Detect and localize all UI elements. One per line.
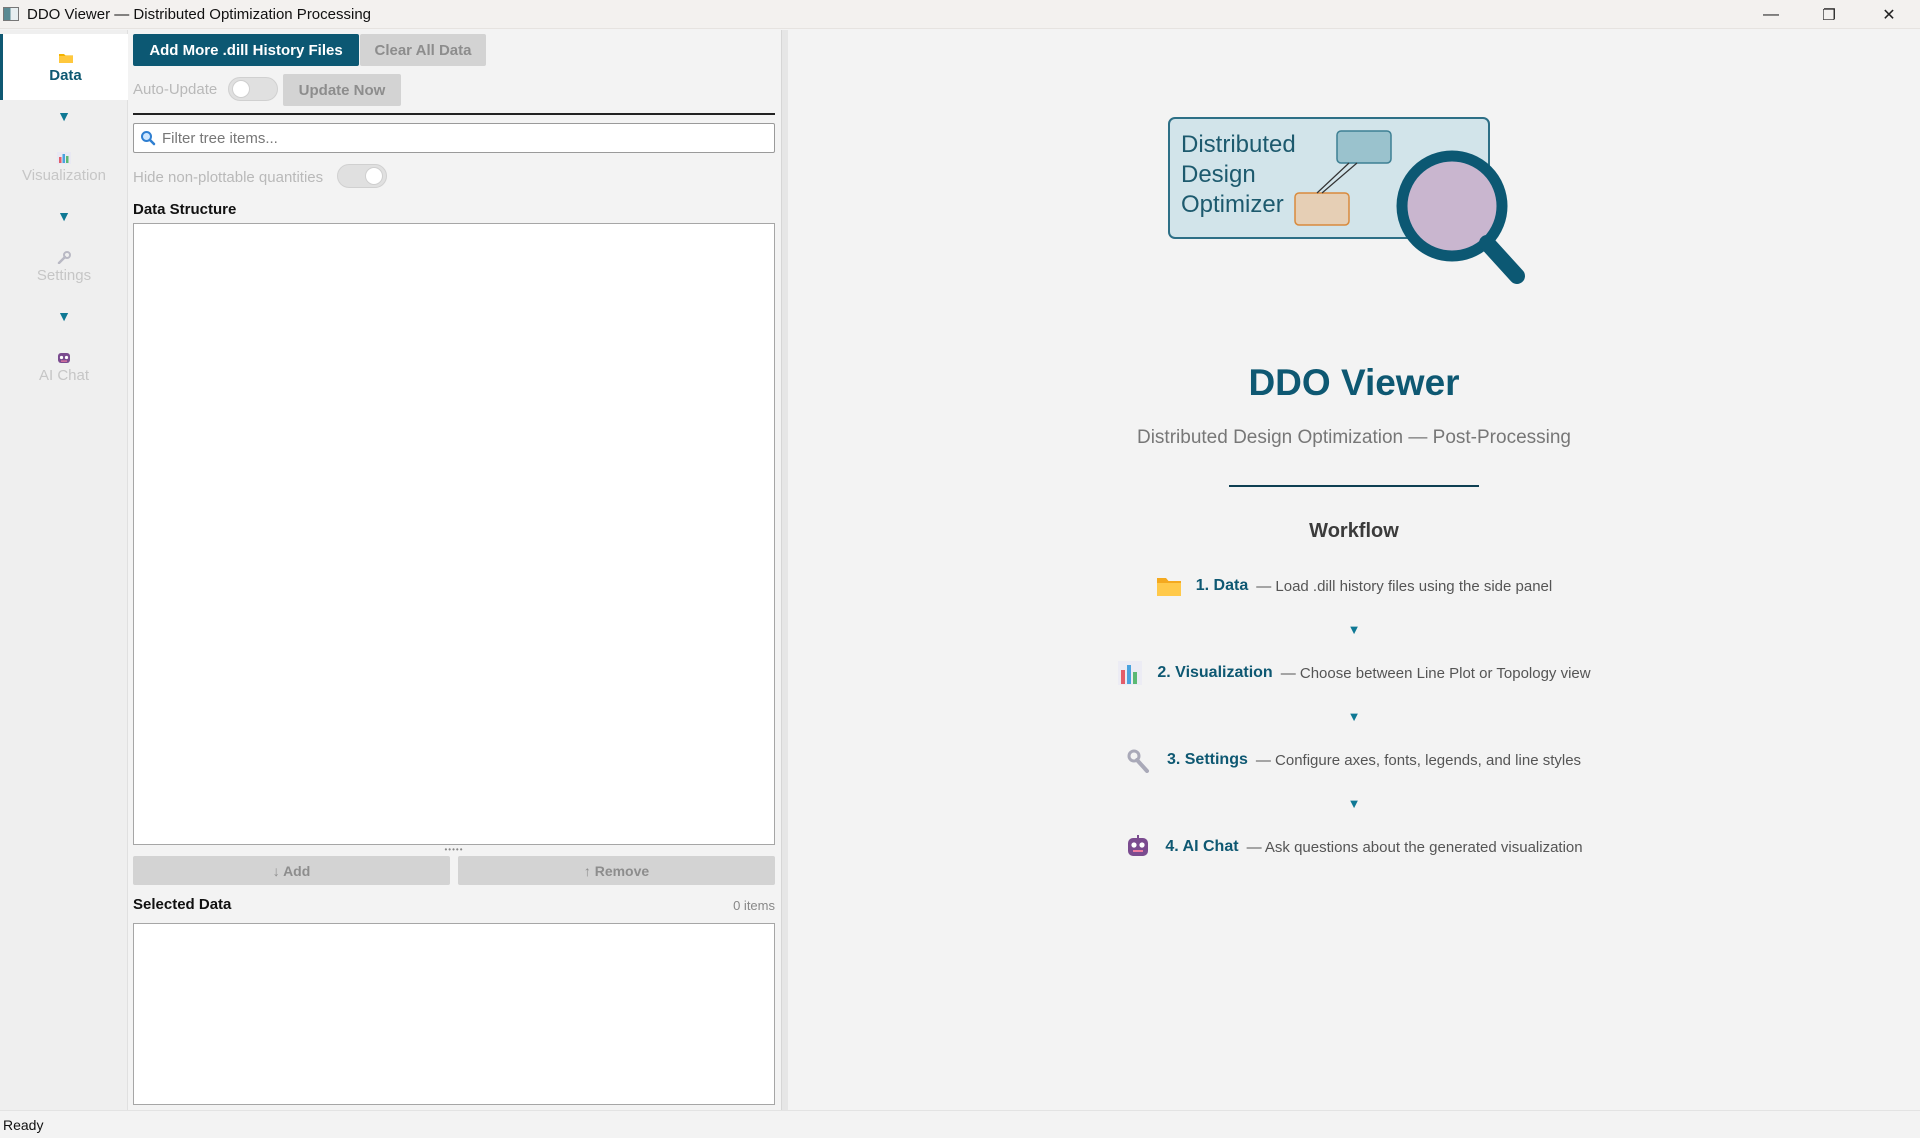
robot-icon: [1125, 834, 1151, 860]
sidebar-item-settings[interactable]: Settings: [0, 234, 128, 300]
selected-data-list[interactable]: [133, 923, 775, 1105]
close-button[interactable]: ✕: [1858, 0, 1920, 29]
update-now-button[interactable]: Update Now: [283, 74, 401, 106]
clear-all-data-button[interactable]: Clear All Data: [360, 34, 486, 66]
chevron-down-icon: ▼: [57, 308, 71, 324]
selected-data-title: Selected Data: [133, 896, 232, 913]
wrench-icon: [1127, 747, 1153, 773]
status-text: Ready: [3, 1116, 44, 1133]
status-bar: Ready: [0, 1110, 1920, 1138]
search-icon: [141, 131, 156, 146]
workflow-step-settings: 3. Settings — Configure axes, fonts, leg…: [788, 747, 1920, 773]
page-subtitle: Distributed Design Optimization — Post-P…: [1136, 427, 1571, 448]
sidebar-item-label: AI Chat: [38, 367, 90, 384]
workflow-title: Workflow: [1309, 520, 1399, 542]
workflow-step-desc: — Choose between Line Plot or Topology v…: [1280, 664, 1591, 682]
hide-nonplottable-label: Hide non-plottable quantities: [133, 169, 324, 186]
sidebar-item-data[interactable]: Data: [0, 34, 128, 100]
maximize-button[interactable]: ❐: [1800, 0, 1858, 29]
divider: [133, 113, 775, 115]
workflow-step-name: 2. Visualization: [1157, 664, 1273, 681]
data-structure-tree[interactable]: [133, 223, 775, 845]
minimize-button[interactable]: —: [1742, 0, 1800, 29]
auto-update-label: Auto-Update: [133, 81, 218, 98]
title-bar: DDO Viewer — Distributed Optimization Pr…: [0, 0, 1920, 29]
app-icon: [3, 7, 19, 21]
data-structure-title: Data Structure: [133, 201, 237, 218]
workflow-step-desc: — Configure axes, fonts, legends, and li…: [1255, 751, 1582, 769]
sidebar-item-label: Data: [49, 67, 82, 84]
sidebar-item-ai-chat[interactable]: AI Chat: [0, 334, 128, 400]
chevron-down-icon: ▼: [1347, 622, 1361, 637]
workflow-step-data: 1. Data — Load .dill history files using…: [788, 573, 1920, 599]
wrench-icon: [57, 251, 71, 264]
welcome-area: Distributed Design Optimizer DDO Viewer …: [788, 30, 1920, 1110]
chevron-down-icon: ▼: [1347, 796, 1361, 811]
filter-tree-input[interactable]: Filter tree items...: [133, 123, 775, 153]
logo-text-line: Design: [1181, 161, 1256, 188]
sidebar: Data ▼ Visualization ▼ Settings ▼ AI Cha…: [0, 30, 128, 1110]
chevron-down-icon: ▼: [57, 108, 71, 124]
divider: [1229, 485, 1479, 487]
data-panel: Add More .dill History Files Clear All D…: [129, 30, 789, 1110]
auto-update-toggle[interactable]: [228, 77, 278, 101]
robot-icon: [58, 353, 70, 363]
add-button[interactable]: ↓ Add: [133, 856, 450, 885]
page-title: DDO Viewer: [1248, 362, 1460, 403]
logo-text-line: Optimizer: [1181, 191, 1284, 218]
sidebar-item-label: Visualization: [22, 167, 106, 184]
selected-count: 0 items: [733, 898, 775, 913]
chevron-down-icon: ▼: [57, 208, 71, 224]
workflow-step-name: 3. Settings: [1166, 751, 1248, 768]
window-title: DDO Viewer — Distributed Optimization Pr…: [27, 5, 372, 23]
chevron-down-icon: ▼: [1347, 709, 1361, 724]
remove-button[interactable]: ↑ Remove: [458, 856, 775, 885]
toggle-knob: [365, 167, 383, 185]
logo-text: Distributed Design Optimizer: [1181, 130, 1296, 220]
filter-placeholder: Filter tree items...: [162, 129, 278, 147]
workflow-step-name: 4. AI Chat: [1165, 838, 1239, 855]
folder-icon: [1156, 573, 1182, 599]
hide-nonplottable-toggle[interactable]: [337, 164, 387, 188]
bar-chart-icon: [1117, 660, 1143, 686]
toggle-knob: [232, 80, 250, 98]
add-history-files-button[interactable]: Add More .dill History Files: [133, 34, 359, 66]
workflow-step-name: 1. Data: [1195, 577, 1249, 594]
splitter-handle[interactable]: •••••: [133, 845, 775, 855]
logo-text-line: Distributed: [1181, 131, 1296, 158]
workflow-step-ai-chat: 4. AI Chat — Ask questions about the gen…: [788, 834, 1920, 860]
workflow-step-visualization: 2. Visualization — Choose between Line P…: [788, 660, 1920, 686]
folder-icon: [58, 54, 73, 63]
workflow-step-desc: — Load .dill history files using the sid…: [1256, 577, 1553, 595]
sidebar-item-label: Settings: [36, 267, 92, 284]
sidebar-item-visualization[interactable]: Visualization: [0, 134, 128, 200]
workflow-step-desc: — Ask questions about the generated visu…: [1246, 838, 1583, 856]
bar-chart-icon: [57, 152, 71, 164]
